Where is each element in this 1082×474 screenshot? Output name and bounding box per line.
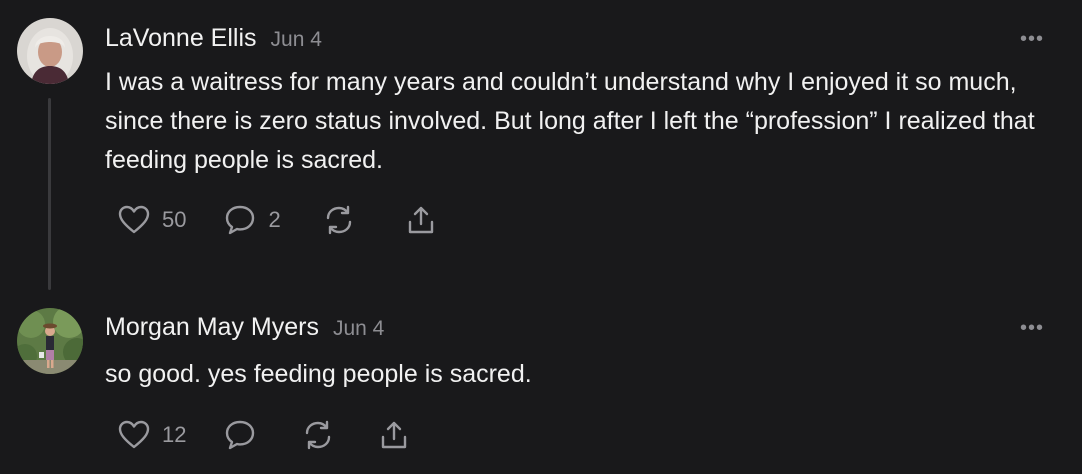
restack-icon [302, 419, 334, 451]
author-name[interactable]: Morgan May Myers [105, 313, 319, 341]
comment-icon [224, 204, 256, 236]
share-icon [405, 204, 437, 236]
comment-2: Morgan May Myers Jun 4 ••• so good. yes f… [0, 300, 1082, 474]
like-count: 50 [162, 207, 187, 232]
comment-text: so good. yes feeding people is sacred. [105, 360, 532, 388]
more-options-icon[interactable]: ••• [1020, 28, 1044, 51]
reply-button[interactable]: 2 [224, 204, 281, 236]
share-button[interactable] [405, 204, 437, 236]
comment-author[interactable]: LaVonne Ellis Jun 4 [105, 24, 322, 53]
restack-icon [323, 204, 355, 236]
author-name[interactable]: LaVonne Ellis [105, 24, 257, 52]
share-icon [378, 419, 410, 451]
comment-1: LaVonne Ellis Jun 4 ••• I was a waitress … [0, 0, 1082, 300]
comment-icon [224, 419, 256, 451]
restack-button[interactable] [323, 204, 355, 236]
avatar-lavonne-ellis[interactable] [17, 18, 83, 84]
restack-button[interactable] [302, 419, 334, 451]
like-count: 12 [162, 422, 187, 447]
like-button[interactable]: 50 [118, 205, 186, 235]
heart-icon [118, 420, 150, 450]
comment-text: I was a waitress for many years and coul… [105, 68, 1035, 174]
thread-line [48, 98, 51, 290]
comment-date: Jun 4 [332, 317, 385, 340]
avatar-morgan-may-myers[interactable] [17, 308, 83, 374]
comment-actions: 50 2 [118, 204, 437, 236]
comment-actions: 12 [118, 419, 410, 451]
heart-icon [118, 205, 150, 235]
more-options-icon[interactable]: ••• [1020, 317, 1044, 340]
share-button[interactable] [378, 419, 410, 451]
reply-button[interactable] [224, 419, 256, 451]
comment-author[interactable]: Morgan May Myers Jun 4 [105, 313, 384, 342]
comment-date: Jun 4 [270, 28, 322, 51]
like-button[interactable]: 12 [118, 420, 186, 450]
reply-count: 2 [268, 207, 281, 232]
